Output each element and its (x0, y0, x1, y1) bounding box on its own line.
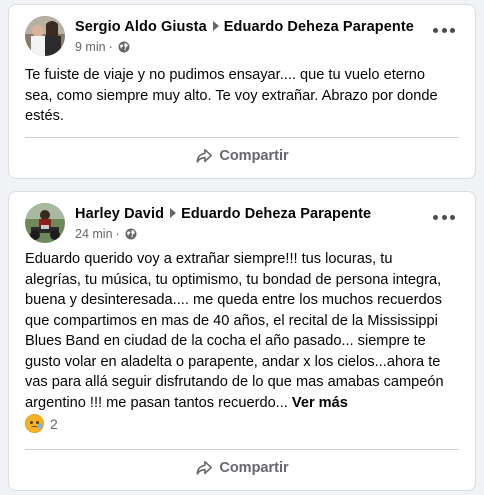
see-more-link[interactable]: Ver más (292, 395, 348, 411)
author-name[interactable]: Harley David (75, 206, 164, 222)
post-card: Harley David Eduardo Deheza Parapente 24 … (8, 191, 476, 491)
arrow-right-icon (212, 21, 219, 31)
share-label: Compartir (219, 460, 289, 476)
avatar[interactable] (25, 16, 65, 56)
post-header: Harley David Eduardo Deheza Parapente 24 … (25, 203, 463, 247)
meta-separator: · (108, 40, 113, 54)
author-name[interactable]: Sergio Aldo Giusta (75, 19, 207, 35)
post-header: Sergio Aldo Giusta Eduardo Deheza Parapen… (25, 16, 463, 60)
globe-icon (118, 41, 130, 53)
share-icon (196, 148, 213, 163)
post-card: Sergio Aldo Giusta Eduardo Deheza Parapen… (8, 4, 476, 179)
globe-icon (125, 228, 137, 240)
post-meta: 9 min · (75, 40, 130, 54)
post-title: Sergio Aldo Giusta Eduardo Deheza Parapen… (75, 19, 414, 35)
timestamp[interactable]: 9 min (75, 40, 106, 54)
timestamp[interactable]: 24 min (75, 227, 113, 241)
share-label: Compartir (219, 148, 289, 164)
divider (25, 449, 459, 450)
reaction-count[interactable]: 2 (50, 416, 58, 432)
post-text: Te fuiste de viaje y no pudimos ensayar.… (25, 67, 438, 124)
more-options-icon[interactable] (433, 26, 455, 34)
recipient-name[interactable]: Eduardo Deheza Parapente (181, 206, 371, 222)
post-meta: 24 min · (75, 227, 137, 241)
arrow-right-icon (170, 208, 177, 218)
sad-reaction-icon (25, 414, 44, 433)
post-text-body: Eduardo querido voy a extrañar siempre!!… (25, 251, 444, 411)
post-title: Harley David Eduardo Deheza Parapente (75, 206, 371, 222)
reactions-summary[interactable]: 2 (25, 414, 58, 433)
meta-separator: · (115, 227, 120, 241)
avatar[interactable] (25, 203, 65, 243)
share-button[interactable]: Compartir (25, 139, 459, 173)
divider (25, 137, 459, 138)
share-icon (196, 460, 213, 475)
recipient-name[interactable]: Eduardo Deheza Parapente (224, 19, 414, 35)
more-options-icon[interactable] (433, 213, 455, 221)
share-button[interactable]: Compartir (25, 451, 459, 485)
post-text: Eduardo querido voy a extrañar siempre!!… (25, 249, 461, 413)
